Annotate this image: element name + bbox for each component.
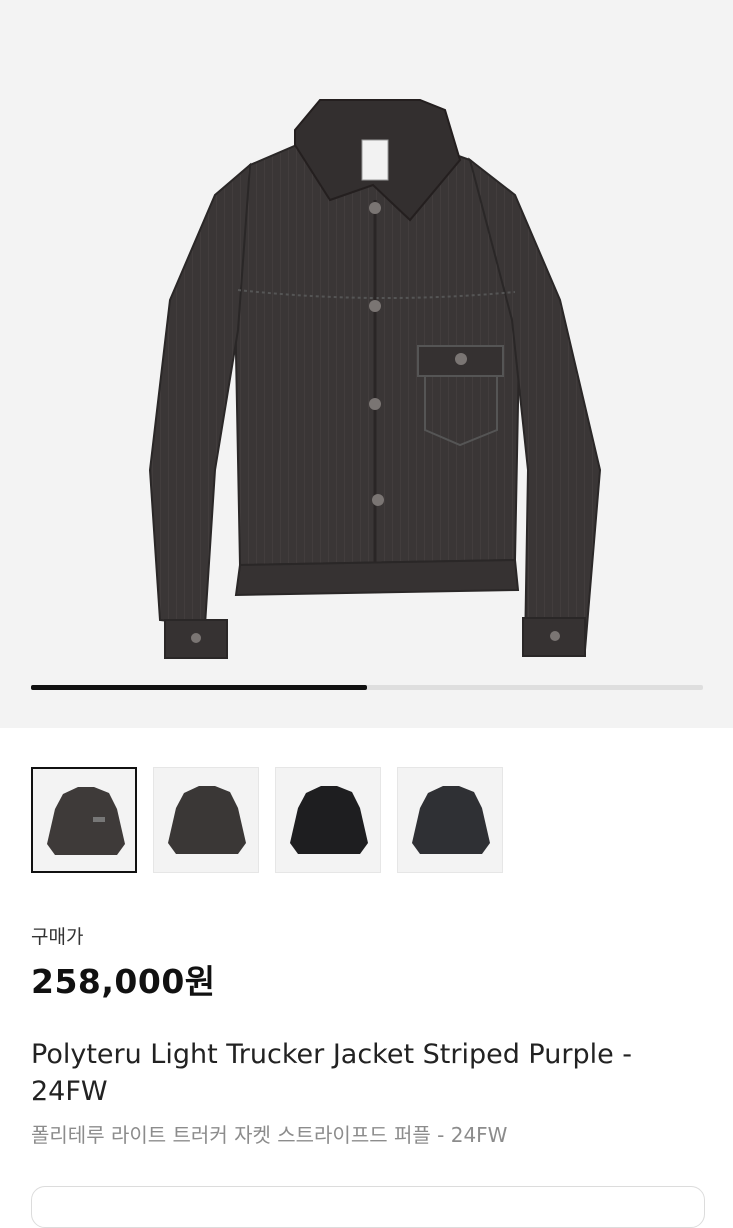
bottom-card[interactable]	[31, 1186, 705, 1228]
thumbnail-2[interactable]	[153, 767, 259, 873]
product-image-gallery[interactable]	[0, 0, 733, 728]
thumbnail-3[interactable]	[275, 767, 381, 873]
product-subtitle: 폴리테루 라이트 트러커 자켓 스트라이프드 퍼플 - 24FW	[31, 1123, 508, 1147]
price-value: 258,000원	[31, 962, 216, 1001]
thumbnail-4[interactable]	[397, 767, 503, 873]
gallery-progress-bar	[31, 685, 703, 690]
thumbnail-4-image	[412, 786, 490, 854]
thumbnail-2-image	[168, 786, 246, 854]
thumbnail-1-image	[47, 787, 125, 855]
gallery-progress-fill	[31, 685, 367, 690]
thumbnail-1[interactable]	[31, 767, 137, 873]
jacket-image	[148, 99, 602, 659]
product-title: Polyteru Light Trucker Jacket Striped Pu…	[31, 1039, 633, 1107]
thumbnail-3-image	[290, 786, 368, 854]
price-label: 구매가	[31, 926, 84, 948]
